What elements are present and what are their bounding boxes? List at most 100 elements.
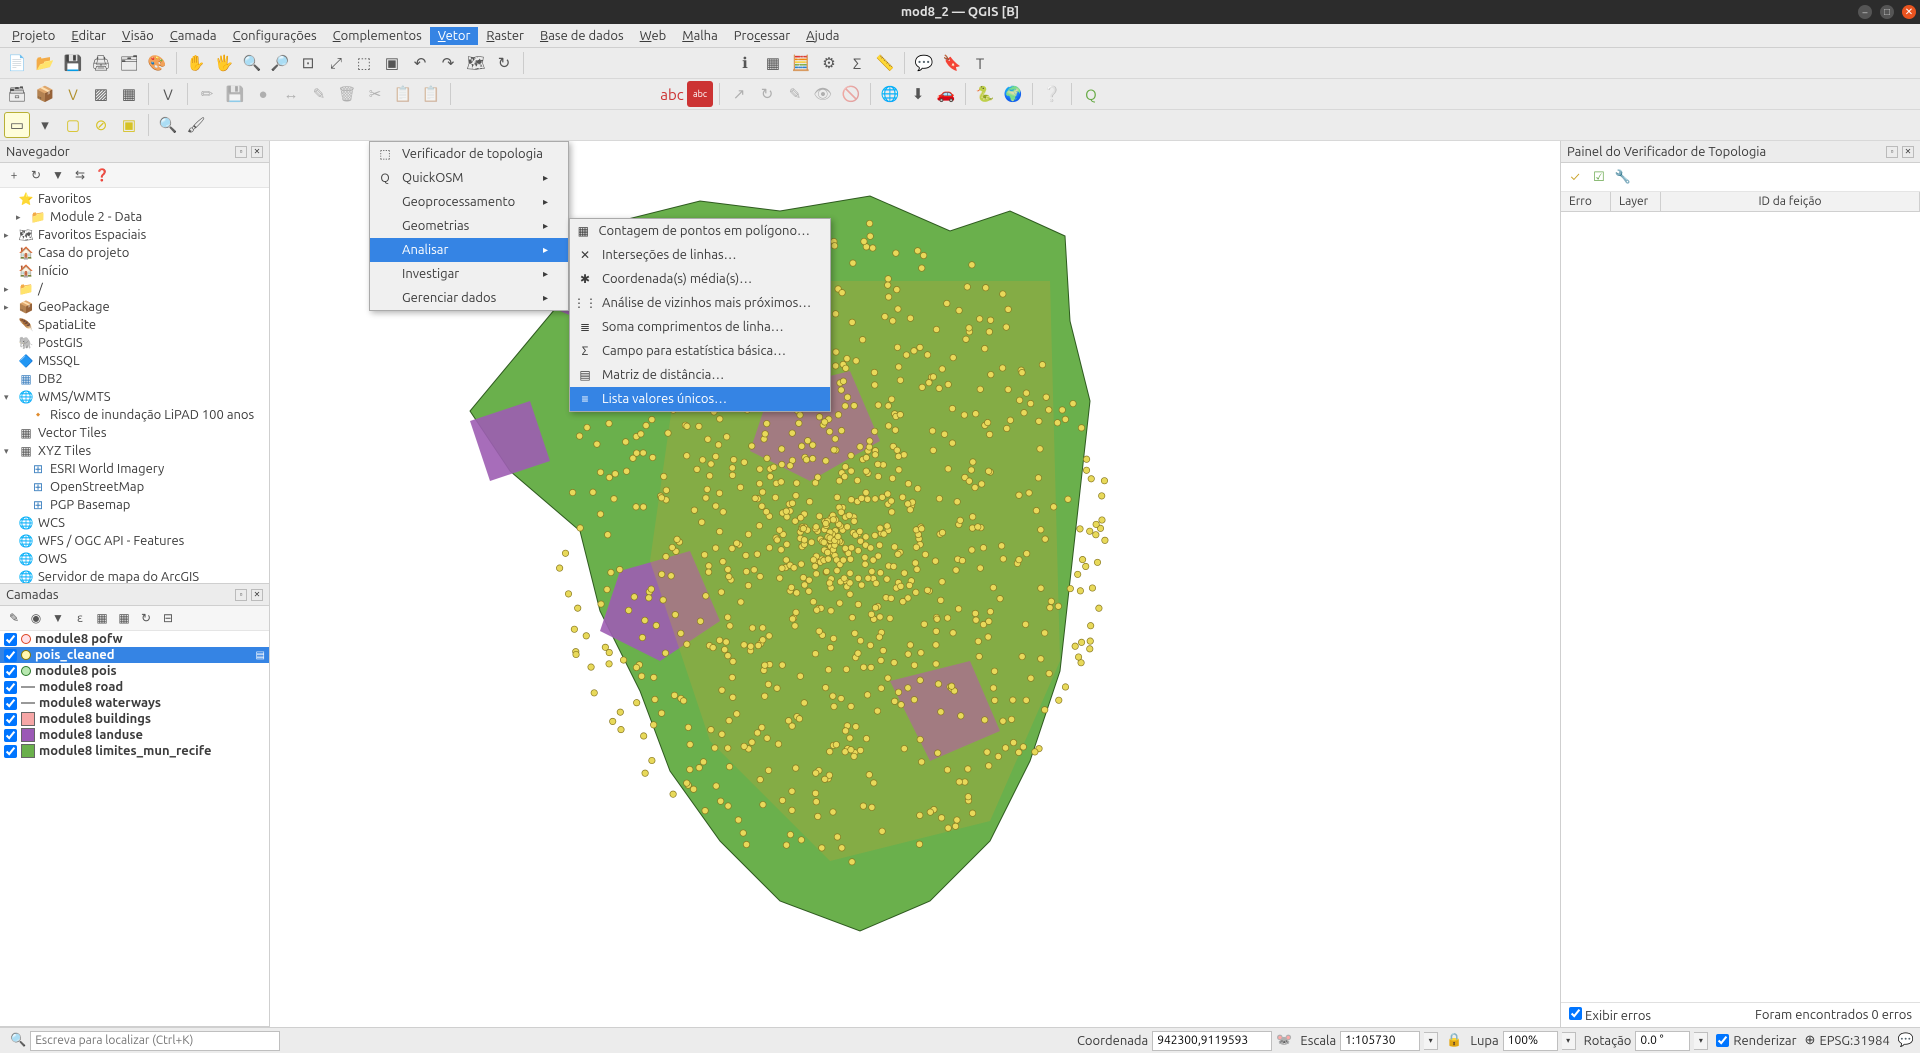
zoom-native-button[interactable]: ⊡ <box>295 50 321 76</box>
browser-node[interactable]: ⭐Favoritos <box>0 190 269 208</box>
select-all-button[interactable]: ▣ <box>116 112 142 138</box>
python-console-button[interactable]: 🐍 <box>972 81 998 107</box>
menu-base de dados[interactable]: Base de dados <box>532 27 632 45</box>
annotation-button[interactable]: 🔖 <box>939 50 965 76</box>
menu-ajuda[interactable]: Ajuda <box>798 27 847 45</box>
save-project-button[interactable]: 💾 <box>60 50 86 76</box>
layer-visibility-checkbox[interactable] <box>4 649 17 662</box>
render-checkbox[interactable]: Renderizar <box>1716 1034 1796 1048</box>
help-button[interactable]: ❔ <box>1039 81 1065 107</box>
analisar-menu-item[interactable]: ▦Contagem de pontos em polígono… <box>570 219 830 243</box>
layers-float-button[interactable]: ▫ <box>235 589 247 601</box>
layers-toolbar-btn-0[interactable]: ✎ <box>4 608 24 628</box>
browser-node[interactable]: 🌐OWS <box>0 550 269 568</box>
layer-row[interactable]: pois_cleaned▤ <box>0 647 269 663</box>
magnifier-input[interactable] <box>1503 1031 1558 1051</box>
crs-button[interactable]: ⊕ EPSG:31984 <box>1805 1033 1890 1048</box>
label-hide-button[interactable]: 🚫 <box>838 81 864 107</box>
refresh-button[interactable]: ↻ <box>491 50 517 76</box>
browser-node[interactable]: ▦Vector Tiles <box>0 424 269 442</box>
layer-row[interactable]: module8 pofw <box>0 631 269 647</box>
zoom-in-button[interactable]: 🔍 <box>239 50 265 76</box>
browser-node[interactable]: 🏠Início <box>0 262 269 280</box>
plugin-globe-button[interactable]: 🌍 <box>1000 81 1026 107</box>
vetor-menu-item[interactable]: Gerenciar dados▸ <box>370 286 568 310</box>
layer-row[interactable]: module8 pois <box>0 663 269 679</box>
topology-close-button[interactable]: ✕ <box>1902 146 1914 158</box>
filter-button[interactable]: 🔍 <box>155 112 181 138</box>
analisar-menu-item[interactable]: ✕Interseções de linhas… <box>570 243 830 267</box>
data-source-manager-button[interactable]: 🗃 <box>4 81 30 107</box>
menu-complementos[interactable]: Complementos <box>325 27 430 45</box>
vetor-menu-item[interactable]: Analisar▸ <box>370 238 568 262</box>
scale-dropdown-button[interactable]: ▾ <box>1424 1032 1438 1050</box>
layers-toolbar-btn-2[interactable]: ▼ <box>48 608 68 628</box>
quickosm-button[interactable]: Q <box>1078 81 1104 107</box>
browser-node[interactable]: ⬩Risco de inundação LiPAD 100 anos <box>0 406 269 424</box>
layer-row[interactable]: module8 limites_mun_recife <box>0 743 269 759</box>
add-virtual-button[interactable]: V <box>155 81 181 107</box>
add-mesh-button[interactable]: ▦ <box>116 81 142 107</box>
add-vector-button[interactable]: V <box>60 81 86 107</box>
menu-visão[interactable]: Visão <box>114 27 162 45</box>
vetor-menu-item[interactable]: ⬚Verificador de topologia <box>370 142 568 166</box>
vetor-menu-item[interactable]: Geometrias▸ <box>370 214 568 238</box>
analisar-menu-item[interactable]: ▤Matriz de distância… <box>570 363 830 387</box>
topology-validate-extent-button[interactable]: ☑ <box>1589 167 1609 187</box>
toggle-editing-button[interactable]: ✏ <box>194 81 220 107</box>
browser-node[interactable]: 🌐WCS <box>0 514 269 532</box>
plugin-osm-button[interactable]: 🌐 <box>877 81 903 107</box>
menu-camada[interactable]: Camada <box>162 27 225 45</box>
layer-visibility-checkbox[interactable] <box>4 713 17 726</box>
layer-visibility-checkbox[interactable] <box>4 745 17 758</box>
topology-validate-all-button[interactable]: ✓ <box>1565 167 1585 187</box>
layer-row[interactable]: module8 road <box>0 679 269 695</box>
coordinate-input[interactable] <box>1152 1031 1272 1051</box>
layer-visibility-checkbox[interactable] <box>4 633 17 646</box>
label-rotate-button[interactable]: ↻ <box>754 81 780 107</box>
menu-web[interactable]: Web <box>632 27 675 45</box>
browser-toolbar-btn-1[interactable]: ↻ <box>26 165 46 185</box>
topology-header-error[interactable]: Erro <box>1561 192 1611 211</box>
layer-visibility-checkbox[interactable] <box>4 681 17 694</box>
plugin-download-button[interactable]: ⬇ <box>905 81 931 107</box>
browser-node[interactable]: ▸🗺Favoritos Espaciais <box>0 226 269 244</box>
vetor-menu-item[interactable]: Geoprocessamento▸ <box>370 190 568 214</box>
layers-list[interactable]: module8 pofwpois_cleaned▤module8 poismod… <box>0 631 269 1026</box>
label-show-button[interactable]: 👁 <box>810 81 836 107</box>
layers-close-button[interactable]: ✕ <box>251 589 263 601</box>
label-move-button[interactable]: ↗ <box>726 81 752 107</box>
identify-button[interactable]: ℹ <box>732 50 758 76</box>
text-annotation-button[interactable]: T <box>967 50 993 76</box>
zoom-full-button[interactable]: ⤢ <box>323 50 349 76</box>
browser-node[interactable]: ▾🌐WMS/WMTS <box>0 388 269 406</box>
topology-header-feature-id[interactable]: ID da feição <box>1661 192 1920 211</box>
browser-close-button[interactable]: ✕ <box>251 146 263 158</box>
select-by-value-button[interactable]: ▢ <box>60 112 86 138</box>
topology-configure-button[interactable]: 🔧 <box>1613 167 1633 187</box>
browser-node[interactable]: 🐘PostGIS <box>0 334 269 352</box>
pan-button[interactable]: ✋ <box>183 50 209 76</box>
vetor-menu-item[interactable]: QQuickOSM▸ <box>370 166 568 190</box>
layer-row[interactable]: module8 buildings <box>0 711 269 727</box>
browser-toolbar-btn-0[interactable]: + <box>4 165 24 185</box>
label-change-button[interactable]: ✎ <box>782 81 808 107</box>
pan-to-selection-button[interactable]: 🖐 <box>211 50 237 76</box>
menu-malha[interactable]: Malha <box>674 27 726 45</box>
window-minimize-button[interactable]: – <box>1858 5 1872 19</box>
layer-visibility-checkbox[interactable] <box>4 665 17 678</box>
browser-toolbar-btn-2[interactable]: ▼ <box>48 165 68 185</box>
zoom-last-button[interactable]: ↶ <box>407 50 433 76</box>
browser-node[interactable]: ⊞PGP Basemap <box>0 496 269 514</box>
analisar-menu-item[interactable]: ≡Lista valores únicos… <box>570 387 830 411</box>
browser-node[interactable]: ⊞ESRI World Imagery <box>0 460 269 478</box>
delete-selected-button[interactable]: 🗑 <box>334 81 360 107</box>
scale-lock-icon[interactable]: 🔒 <box>1446 1033 1462 1048</box>
layer-row[interactable]: module8 landuse <box>0 727 269 743</box>
layer-visibility-checkbox[interactable] <box>4 697 17 710</box>
vetor-menu-dropdown[interactable]: ⬚Verificador de topologiaQQuickOSM▸Geopr… <box>369 141 569 311</box>
new-print-layout-button[interactable]: 🖨 <box>88 50 114 76</box>
cut-features-button[interactable]: ✂ <box>362 81 388 107</box>
menu-vetor[interactable]: Vetor <box>430 27 479 45</box>
scale-input[interactable] <box>1340 1031 1420 1051</box>
